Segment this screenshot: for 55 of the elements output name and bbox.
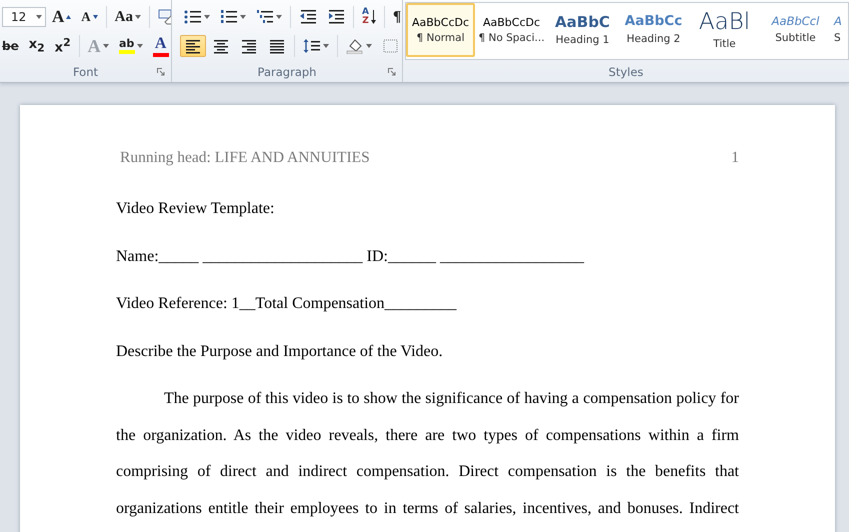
group-label: Font bbox=[0, 62, 171, 82]
decrease-indent-icon bbox=[299, 9, 317, 25]
document-line: Video Review Template: bbox=[116, 199, 276, 219]
dialog-launcher-icon[interactable] bbox=[157, 68, 165, 76]
document-line: Name:_____ ____________________ ID:______ __________________ bbox=[116, 246, 586, 266]
dropdown-arrow-icon[interactable] bbox=[276, 15, 282, 19]
page-number: 1 bbox=[731, 149, 739, 167]
style-option[interactable]: AaBbC Heading 1 bbox=[548, 3, 617, 57]
dropdown-arrow-icon[interactable] bbox=[366, 44, 372, 48]
dropdown-arrow-icon[interactable] bbox=[136, 44, 143, 48]
bullet-list-icon bbox=[184, 9, 202, 25]
align-left-icon bbox=[184, 38, 202, 54]
group-label: Styles bbox=[608, 64, 644, 81]
shrink-font-button[interactable]: A bbox=[77, 6, 102, 28]
increase-indent-icon bbox=[327, 9, 345, 25]
dropdown-arrow-icon[interactable] bbox=[36, 15, 42, 19]
subscript-button[interactable]: x$_{2}$ bbox=[24, 35, 49, 57]
style-option[interactable]: A S bbox=[832, 3, 842, 57]
body-paragraph: The purpose of this video is to show the significance of having a compensation policy for the organization. As the video reveals, there are two types of compensations within a firm comprising of direct and indirect compensation. Direct compensation is the benefits that organizations entitle their employees to in terms of salaries, incentives, and bonuses. Indirect bbox=[116, 389, 739, 518]
grow-font-button[interactable]: A bbox=[48, 6, 76, 28]
style-option[interactable]: AaBbCc Heading 2 bbox=[619, 3, 688, 57]
eraser-icon bbox=[158, 9, 171, 25]
highlight-button[interactable]: ab bbox=[114, 35, 147, 57]
group-label: Paragraph bbox=[172, 62, 402, 82]
style-option[interactable]: AaBbCcDc ¶ No Spaci... bbox=[477, 3, 546, 57]
font-color-button[interactable]: A bbox=[148, 35, 171, 57]
change-case-button[interactable]: Aa bbox=[110, 6, 146, 28]
running-head: Running head: LIFE AND ANNUITIES bbox=[120, 149, 370, 167]
document-line: Describe the Purpose and Importance of the Video. bbox=[116, 342, 444, 362]
style-option[interactable]: AaBl Title bbox=[690, 3, 759, 57]
show-marks-button[interactable]: ¶ bbox=[388, 6, 402, 28]
document-line: Video Reference: 1__Total Compensation_________ bbox=[116, 294, 458, 314]
borders-icon bbox=[382, 38, 400, 54]
dropdown-arrow-icon[interactable] bbox=[323, 44, 329, 48]
style-option[interactable]: AaBbCcDc ¶ Normal bbox=[406, 3, 475, 57]
align-right-icon bbox=[240, 38, 258, 54]
justify-icon bbox=[268, 38, 286, 54]
style-option[interactable]: AaBbCcl Subtitle bbox=[761, 3, 830, 57]
down-arrow-icon bbox=[370, 10, 376, 24]
dropdown-arrow-icon[interactable] bbox=[204, 15, 210, 19]
numbered-list-icon bbox=[220, 9, 238, 25]
strikethrough-button[interactable]: be bbox=[0, 35, 23, 57]
font-size-field[interactable]: 12 bbox=[2, 7, 46, 27]
multilevel-list-icon bbox=[256, 9, 274, 25]
dropdown-arrow-icon[interactable] bbox=[240, 15, 246, 19]
line-spacing-icon bbox=[303, 38, 321, 54]
align-center-icon bbox=[212, 38, 230, 54]
paint-bucket-icon bbox=[346, 38, 364, 54]
up-caret-icon bbox=[66, 15, 72, 19]
dialog-launcher-icon[interactable] bbox=[388, 68, 396, 76]
align-left-button[interactable] bbox=[180, 35, 206, 57]
sort-button[interactable]: A Z bbox=[358, 6, 380, 28]
superscript-button[interactable]: x$^{2}$ bbox=[50, 35, 75, 57]
down-caret-icon bbox=[92, 15, 98, 19]
dropdown-arrow-icon[interactable] bbox=[135, 15, 142, 19]
